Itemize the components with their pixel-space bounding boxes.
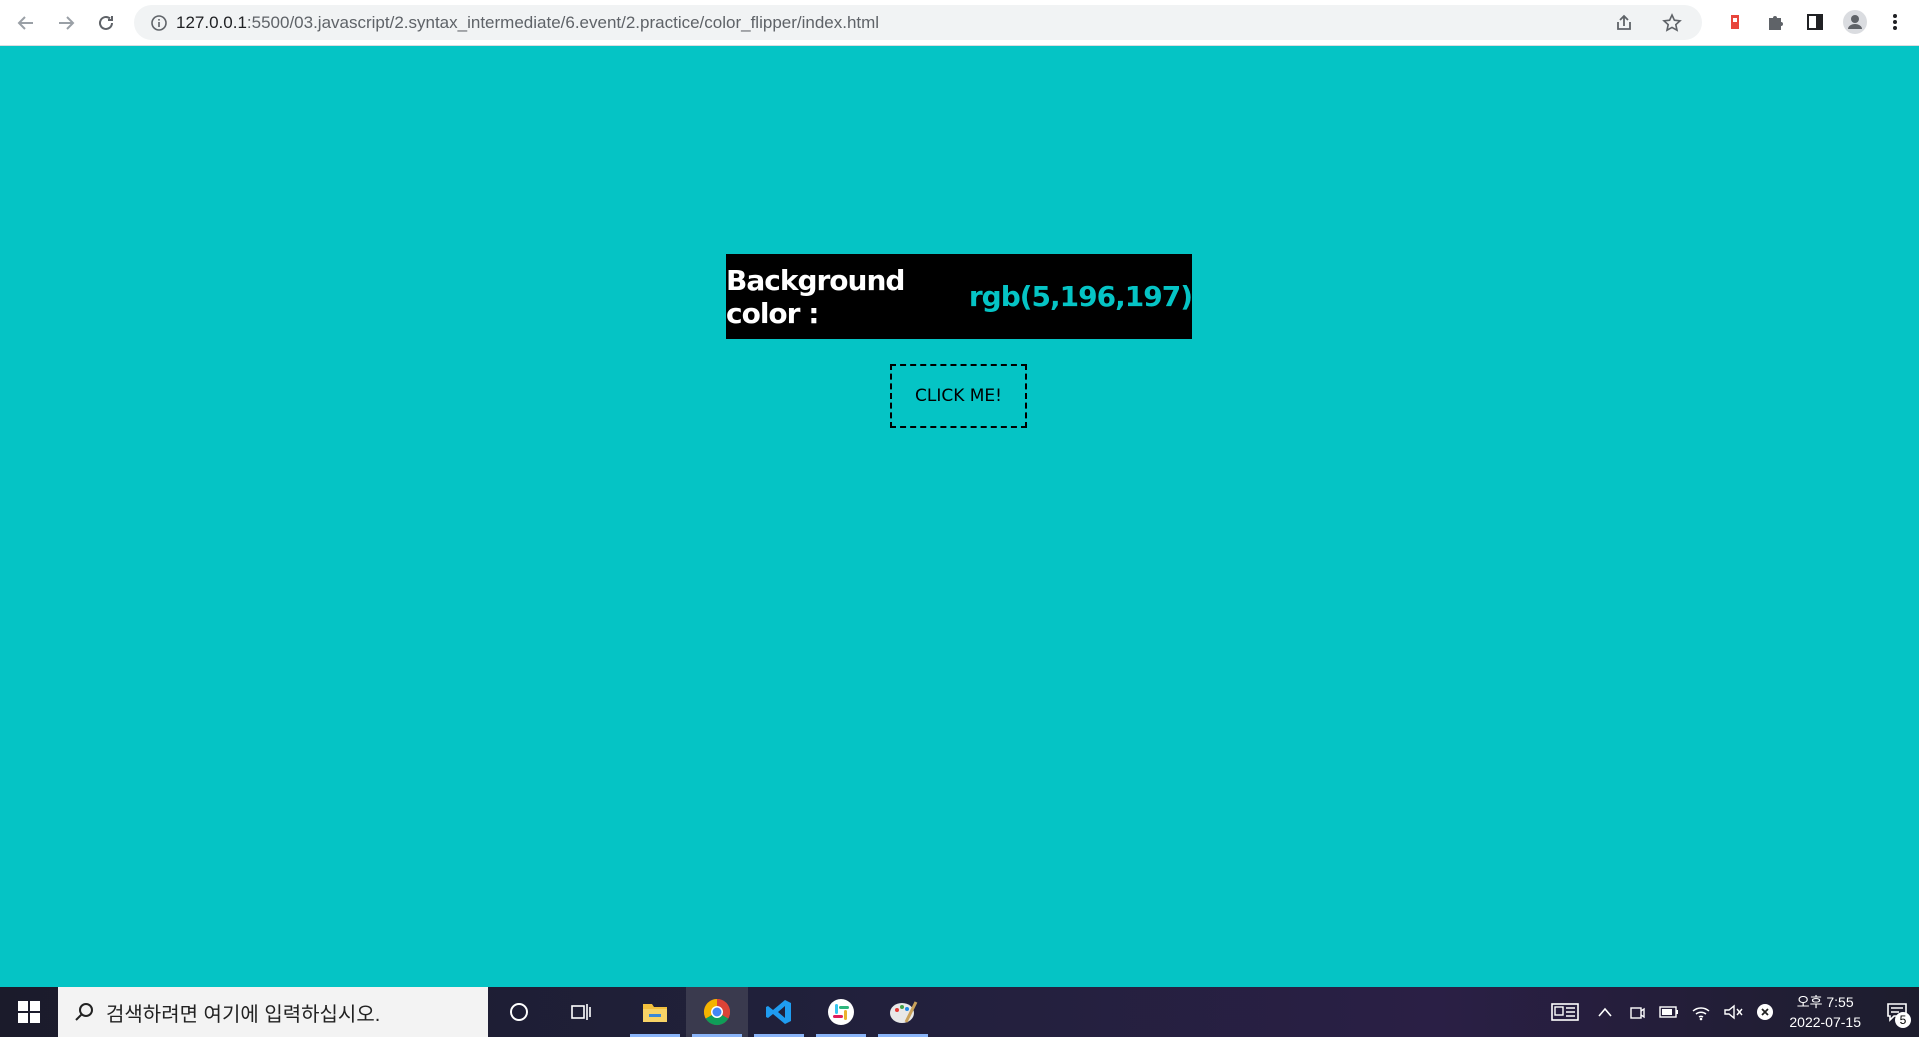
browser-toolbar: 127.0.0.1:5500/03.javascript/2.syntax_in…	[0, 0, 1919, 46]
close-circle-icon[interactable]	[1749, 1003, 1781, 1021]
reload-button[interactable]	[86, 3, 126, 43]
paint-app[interactable]	[872, 987, 934, 1037]
arrow-right-icon	[59, 15, 75, 30]
file-explorer-app[interactable]	[624, 987, 686, 1037]
vscode-icon	[766, 1000, 791, 1024]
color-display: Background color : rgb(5,196,197)	[726, 254, 1193, 339]
system-tray: 오후 7:55 2022-07-15 5	[1541, 987, 1919, 1037]
share-icon[interactable]	[1604, 3, 1644, 43]
clock-date: 2022-07-15	[1789, 1014, 1861, 1030]
url-text[interactable]: 127.0.0.1:5500/03.javascript/2.syntax_in…	[176, 13, 1604, 33]
task-view-button[interactable]	[550, 987, 612, 1037]
address-bar[interactable]: 127.0.0.1:5500/03.javascript/2.syntax_in…	[134, 5, 1702, 40]
puzzle-icon[interactable]	[1755, 2, 1795, 42]
url-path: :5500/03.javascript/2.syntax_intermediat…	[246, 12, 880, 32]
color-label: Background color :	[726, 263, 905, 330]
windows-logo-icon	[18, 1001, 40, 1023]
meet-now-icon[interactable]	[1621, 1003, 1653, 1021]
arrow-left-icon	[17, 15, 33, 30]
search-placeholder: 검색하려면 여기에 입력하십시오.	[106, 1003, 381, 1026]
task-view-icon	[571, 1004, 591, 1020]
bookmark-star-icon[interactable]	[1652, 3, 1692, 43]
volume-muted-icon[interactable]	[1717, 1003, 1749, 1021]
side-panel-icon[interactable]	[1795, 2, 1835, 42]
clock[interactable]: 오후 7:55 2022-07-15	[1789, 992, 1861, 1032]
slack-icon	[828, 999, 854, 1025]
clock-time: 오후 7:55	[1796, 994, 1854, 1010]
reload-icon	[99, 15, 113, 30]
battery-icon[interactable]	[1653, 1005, 1685, 1019]
taskbar-search[interactable]: 검색하려면 여기에 입력하십시오.	[58, 987, 488, 1037]
url-host: 127.0.0.1	[176, 12, 247, 32]
vscode-app[interactable]	[748, 987, 810, 1037]
slack-app[interactable]	[810, 987, 872, 1037]
chrome-icon	[703, 998, 731, 1026]
forward-button[interactable]	[46, 3, 86, 43]
menu-kebab-icon[interactable]	[1875, 2, 1915, 42]
circle-icon	[510, 1003, 528, 1021]
start-button[interactable]	[0, 987, 58, 1037]
search-icon	[75, 1003, 93, 1021]
color-value: rgb(5,196,197)	[968, 280, 1193, 313]
back-button[interactable]	[6, 3, 46, 43]
news-widget-icon[interactable]	[1541, 1002, 1589, 1022]
chrome-app[interactable]	[686, 987, 748, 1037]
windows-taskbar: 검색하려면 여기에 입력하십시오. 오후 7:55 2022-07-15 5	[0, 987, 1919, 1037]
notification-badge: 5	[1895, 1012, 1911, 1028]
page-content: Background color : rgb(5,196,197) CLICK …	[0, 46, 1919, 986]
paint-palette-icon	[890, 1001, 918, 1023]
wifi-icon[interactable]	[1685, 1003, 1717, 1021]
folder-icon	[643, 1004, 667, 1022]
chevron-up-icon[interactable]	[1589, 1006, 1621, 1018]
extension-icon[interactable]	[1715, 2, 1755, 42]
cortana-button[interactable]	[488, 987, 550, 1037]
profile-avatar-icon[interactable]	[1835, 2, 1875, 42]
click-me-button[interactable]: CLICK ME!	[890, 364, 1027, 428]
notification-button[interactable]: 5	[1875, 1002, 1919, 1028]
site-info-icon[interactable]	[142, 14, 176, 32]
